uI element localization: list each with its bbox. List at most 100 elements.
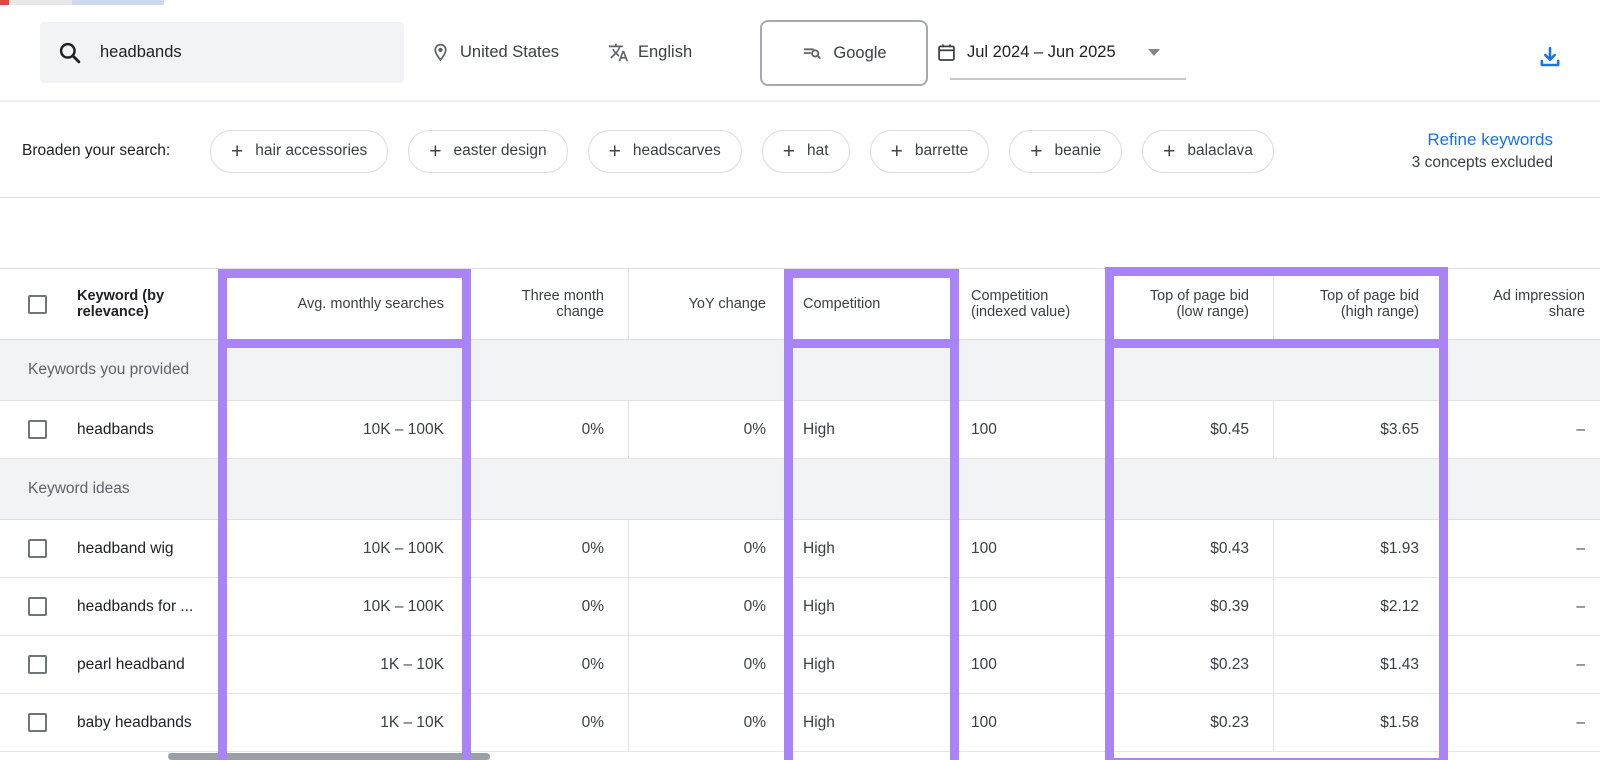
table-row-pearl-headband: pearl headband 1K – 10K 0% 0% High 100 $…: [0, 636, 1600, 694]
location-selector[interactable]: United States: [430, 22, 559, 83]
translate-icon: [608, 42, 629, 63]
keyword-search-input[interactable]: headbands: [40, 22, 404, 83]
cell-avg-searches: 10K – 100K: [222, 520, 470, 577]
date-range-value: Jul 2024 – Jun 2025: [967, 43, 1116, 62]
location-pin-icon: [430, 42, 451, 63]
table-row-headband-wig: headband wig 10K – 100K 0% 0% High 100 $…: [0, 520, 1600, 578]
cell-yoy: 0%: [628, 694, 790, 751]
col-header-ad-impression-share[interactable]: Ad impressionshare: [1443, 269, 1600, 339]
table-row-headbands-for: headbands for ... 10K – 100K 0% 0% High …: [0, 578, 1600, 636]
broaden-chip-balaclava[interactable]: + balaclava: [1142, 130, 1274, 173]
concepts-excluded-note: 3 concepts excluded: [1412, 154, 1553, 172]
cell-competition-indexed: 100: [958, 578, 1107, 635]
plus-icon: +: [783, 141, 795, 162]
horizontal-scrollbar-thumb[interactable]: [168, 753, 490, 760]
cell-three-month: 0%: [470, 401, 628, 458]
cell-competition-indexed: 100: [958, 636, 1107, 693]
cell-bid-high: $1.43: [1273, 636, 1443, 693]
cell-bid-high: $3.65: [1273, 401, 1443, 458]
cell-yoy: 0%: [628, 520, 790, 577]
cell-three-month: 0%: [470, 578, 628, 635]
row-checkbox-cell: [0, 636, 65, 693]
cell-bid-low: $0.45: [1107, 401, 1273, 458]
col-header-competition-indexed[interactable]: Competition(indexed value): [958, 269, 1107, 339]
cell-three-month: 0%: [470, 694, 628, 751]
plus-icon: +: [891, 141, 903, 162]
cell-bid-low: $0.43: [1107, 520, 1273, 577]
broaden-chip-hair-accessories[interactable]: +hair accessories: [210, 130, 388, 173]
download-icon[interactable]: [1536, 44, 1564, 72]
broaden-chip-hat[interactable]: +hat: [762, 130, 850, 173]
col-header-top-bid-low[interactable]: Top of page bid(low range): [1107, 269, 1273, 339]
cell-yoy: 0%: [628, 401, 790, 458]
date-range-underline: [950, 78, 1186, 80]
col-header-yoy-change[interactable]: YoY change: [628, 269, 790, 339]
col-header-keyword[interactable]: Keyword (byrelevance): [65, 269, 222, 339]
cell-three-month: 0%: [470, 636, 628, 693]
cell-avg-searches: 10K – 100K: [222, 578, 470, 635]
chip-label: beanie: [1055, 142, 1102, 160]
cell-competition: High: [790, 520, 958, 577]
row-checkbox[interactable]: [28, 539, 47, 558]
col-header-top-bid-high[interactable]: Top of page bid(high range): [1273, 269, 1443, 339]
cell-keyword: pearl headband: [65, 636, 222, 693]
row-checkbox[interactable]: [28, 597, 47, 616]
cell-bid-high: $2.12: [1273, 578, 1443, 635]
row-checkbox[interactable]: [28, 655, 47, 674]
plus-icon: +: [1163, 141, 1175, 162]
cell-keyword: headbands: [65, 401, 222, 458]
broaden-chip-headscarves[interactable]: + headscarves: [588, 130, 742, 173]
refine-keywords-link[interactable]: Refine keywords: [1427, 130, 1553, 150]
chip-label: easter design: [454, 142, 547, 160]
col-header-avg-monthly-searches[interactable]: Avg. monthly searches: [222, 269, 470, 339]
section-header-keywords-you-provided: Keywords you provided: [0, 340, 1600, 401]
table-header-row: Keyword (byrelevance) Avg. monthly searc…: [0, 268, 1600, 340]
language-selector[interactable]: English: [608, 22, 692, 83]
chevron-down-icon: [1148, 49, 1160, 56]
keyword-planner-screen: headbands United States English Google J: [0, 0, 1600, 760]
cell-competition-indexed: 100: [958, 520, 1107, 577]
plus-icon: +: [231, 141, 243, 162]
search-network-button[interactable]: Google: [760, 20, 928, 86]
network-label: Google: [833, 44, 886, 63]
broaden-search-section: Broaden your search: +hair accessories +…: [0, 104, 1600, 198]
broaden-chip-beanie[interactable]: +beanie: [1009, 130, 1122, 173]
chip-label: balaclava: [1187, 142, 1253, 160]
filter-bar: 1 Exclude adult ideas ✕ Add filter Showi…: [0, 198, 1600, 268]
cell-ad-share: –: [1443, 636, 1600, 693]
cell-keyword: headbands for ...: [65, 578, 222, 635]
cell-competition-indexed: 100: [958, 694, 1107, 751]
cell-yoy: 0%: [628, 578, 790, 635]
cell-three-month: 0%: [470, 520, 628, 577]
row-checkbox[interactable]: [28, 420, 47, 439]
search-icon: [57, 40, 83, 66]
date-range-selector[interactable]: Jul 2024 – Jun 2025: [936, 22, 1160, 83]
cell-bid-high: $1.93: [1273, 520, 1443, 577]
col-header-competition[interactable]: Competition: [790, 269, 958, 339]
cell-avg-searches: 10K – 100K: [222, 401, 470, 458]
col-header-three-month-change[interactable]: Three monthchange: [470, 269, 628, 339]
table-row-baby-headbands: baby headbands 1K – 10K 0% 0% High 100 $…: [0, 694, 1600, 752]
cell-yoy: 0%: [628, 636, 790, 693]
row-checkbox[interactable]: [28, 713, 47, 732]
cell-avg-searches: 1K – 10K: [222, 636, 470, 693]
window-edge-gray-artifact: [9, 0, 72, 5]
cell-bid-low: $0.23: [1107, 636, 1273, 693]
search-value: headbands: [100, 43, 182, 62]
cell-keyword: baby headbands: [65, 694, 222, 751]
window-edge-red-artifact: [0, 0, 9, 5]
row-checkbox-cell: [0, 401, 65, 458]
language-label: English: [638, 43, 692, 62]
location-label: United States: [460, 43, 559, 62]
broaden-chip-barrette[interactable]: +barrette: [870, 130, 990, 173]
section-header-keyword-ideas: Keyword ideas: [0, 459, 1600, 520]
cell-bid-low: $0.39: [1107, 578, 1273, 635]
chip-label: headscarves: [633, 142, 721, 160]
table-row-headbands: headbands 10K – 100K 0% 0% High 100 $0.4…: [0, 401, 1600, 459]
select-all-checkbox[interactable]: [28, 295, 47, 314]
cell-competition: High: [790, 694, 958, 751]
cell-ad-share: –: [1443, 520, 1600, 577]
plus-icon: +: [609, 141, 621, 162]
calendar-icon: [936, 42, 957, 63]
broaden-chip-easter-design[interactable]: +easter design: [408, 130, 567, 173]
